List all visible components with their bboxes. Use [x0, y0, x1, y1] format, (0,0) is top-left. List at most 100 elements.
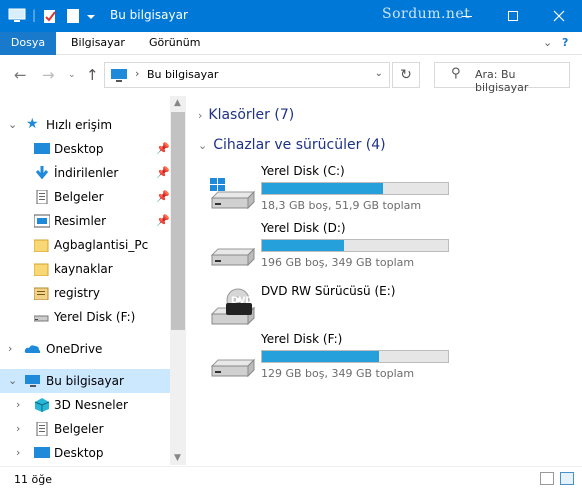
drive-item[interactable]: Yerel Disk (C:) 18,3 GB boş, 51,9 GB top…: [208, 164, 468, 222]
pin-icon[interactable]: 📌: [156, 185, 170, 209]
tiles-view-icon[interactable]: [560, 472, 574, 485]
nav-onedrive[interactable]: › OneDrive: [0, 337, 170, 361]
drive-icon: [210, 358, 256, 378]
ribbon-expand-icon[interactable]: ⌄: [543, 36, 552, 49]
address-bar[interactable]: › Bu bilgisayar ⌄: [104, 62, 390, 88]
nav-item-pc-documents[interactable]: › Belgeler: [0, 417, 170, 441]
group-label: Klasörler (7): [208, 107, 295, 123]
forward-icon[interactable]: →: [42, 66, 55, 84]
minimize-button[interactable]: [444, 0, 490, 32]
nav-quick-access[interactable]: ⌄ ★ Hızlı erişim: [0, 113, 170, 137]
nav-label: Resimler: [54, 214, 107, 228]
nav-label: Belgeler: [54, 190, 104, 204]
recent-locations-icon[interactable]: ⌄: [68, 70, 76, 80]
nav-item-pictures[interactable]: Resimler 📌: [0, 209, 170, 233]
usage-bar-fill: [262, 351, 380, 362]
breadcrumb[interactable]: Bu bilgisayar: [147, 68, 218, 81]
nav-item-agbaglantisi[interactable]: Agbaglantisi_Pc: [0, 233, 170, 257]
new-folder-icon[interactable]: [66, 8, 80, 24]
nav-this-pc[interactable]: ⌄ Bu bilgisayar: [0, 369, 170, 393]
back-icon[interactable]: ←: [14, 66, 27, 84]
dvd-badge: DVD: [231, 296, 253, 306]
nav-scrollbar[interactable]: ▲ ▼: [170, 96, 186, 465]
refresh-button[interactable]: ↻: [392, 62, 420, 88]
close-button[interactable]: [536, 0, 582, 32]
nav-label: Desktop: [54, 446, 104, 460]
nav-item-drive-f[interactable]: Yerel Disk (F:): [0, 305, 170, 329]
documents-icon: [36, 422, 48, 436]
documents-icon: [36, 190, 48, 204]
drive-info: 18,3 GB boş, 51,9 GB toplam: [261, 199, 422, 212]
up-icon[interactable]: ↑: [86, 66, 99, 84]
maximize-button[interactable]: [490, 0, 536, 32]
nav-item-3d-objects[interactable]: › 3D Nesneler: [0, 393, 170, 417]
nav-item-pc-desktop[interactable]: › Desktop: [0, 441, 170, 465]
chevron-right-icon[interactable]: ›: [16, 417, 20, 441]
chevron-down-icon[interactable]: [86, 8, 96, 24]
group-devices[interactable]: ⌄ Cihazlar ve sürücüler (4): [198, 137, 386, 153]
pin-icon[interactable]: 📌: [156, 161, 170, 185]
search-icon: ⚲: [451, 66, 461, 81]
pin-icon[interactable]: 📌: [156, 209, 170, 233]
desktop-icon: [34, 143, 50, 154]
drive-info: 196 GB boş, 349 GB toplam: [261, 256, 415, 269]
chevron-right-icon[interactable]: ›: [16, 441, 20, 465]
nav-label: Hızlı erişim: [46, 118, 113, 132]
drive-item[interactable]: DVD DVD RW Sürücüsü (E:): [208, 280, 468, 338]
nav-label: registry: [54, 286, 100, 300]
status-bar: 11 öğe: [0, 466, 582, 491]
nav-label: Belgeler: [54, 422, 104, 436]
group-folders[interactable]: › Klasörler (7): [198, 107, 294, 123]
computer-icon[interactable]: [8, 8, 26, 24]
pin-icon[interactable]: 📌: [156, 137, 170, 161]
nav-item-documents[interactable]: Belgeler 📌: [0, 185, 170, 209]
nav-item-kaynaklar[interactable]: kaynaklar: [0, 257, 170, 281]
chevron-down-icon[interactable]: ⌄: [198, 139, 207, 152]
drive-item[interactable]: Yerel Disk (F:) 129 GB boş, 349 GB topla…: [208, 332, 468, 390]
nav-item-desktop[interactable]: Desktop 📌: [0, 137, 170, 161]
nav-label: Yerel Disk (F:): [54, 310, 136, 324]
navigation-pane[interactable]: ⌄ ★ Hızlı erişim Desktop 📌 İndirilenler …: [0, 96, 186, 465]
navigation-bar: ← → ⌄ ↑ › Bu bilgisayar ⌄ ↻ ⚲ Ara: Bu bi…: [0, 56, 582, 94]
breadcrumb-separator-icon[interactable]: ›: [135, 67, 139, 80]
chevron-right-icon[interactable]: ›: [8, 337, 12, 361]
properties-icon[interactable]: [42, 8, 58, 24]
desktop-icon: [34, 447, 50, 458]
chevron-down-icon[interactable]: ⌄: [8, 369, 17, 393]
tab-view[interactable]: Görünüm: [149, 32, 200, 55]
details-view-icon[interactable]: [540, 472, 554, 485]
minimize-icon: [462, 16, 472, 17]
item-count: 11 öğe: [14, 473, 52, 486]
chevron-right-icon[interactable]: ›: [198, 109, 202, 122]
usage-bar: [261, 239, 449, 252]
drive-name: Yerel Disk (F:): [261, 332, 343, 346]
drive-name: DVD RW Sürücüsü (E:): [261, 284, 396, 298]
chevron-down-icon[interactable]: ⌄: [375, 68, 383, 79]
search-input[interactable]: ⚲ Ara: Bu bilgisayar: [434, 62, 570, 94]
scroll-up-icon[interactable]: ▲: [174, 98, 181, 108]
nav-item-registry[interactable]: registry: [0, 281, 170, 305]
search-placeholder: Ara: Bu bilgisayar: [475, 68, 529, 94]
nav-item-downloads[interactable]: İndirilenler 📌: [0, 161, 170, 185]
scroll-down-icon[interactable]: ▼: [174, 453, 181, 463]
scrollbar-thumb[interactable]: [171, 112, 185, 330]
refresh-icon: ↻: [400, 67, 412, 83]
drive-item[interactable]: Yerel Disk (D:) 196 GB boş, 349 GB topla…: [208, 221, 468, 279]
pictures-icon: [34, 214, 50, 228]
nav-label: Desktop: [54, 142, 104, 156]
nav-label: Agbaglantisi_Pc: [54, 238, 149, 252]
window-title: Bu bilgisayar: [110, 8, 188, 22]
drive-info: 129 GB boş, 349 GB toplam: [261, 367, 415, 380]
tab-computer[interactable]: Bilgisayar: [71, 32, 125, 55]
chevron-down-icon[interactable]: ⌄: [8, 113, 17, 137]
drive-name: Yerel Disk (D:): [261, 221, 346, 235]
nav-label: OneDrive: [46, 342, 103, 356]
nav-label: Bu bilgisayar: [46, 374, 124, 388]
3d-objects-icon: [34, 398, 50, 412]
folder-icon: [34, 239, 49, 252]
chevron-right-icon[interactable]: ›: [16, 393, 20, 417]
help-icon[interactable]: ?: [562, 36, 568, 49]
usage-bar-fill: [262, 240, 344, 251]
separator: |: [32, 8, 37, 22]
tab-file[interactable]: Dosya: [0, 32, 56, 55]
